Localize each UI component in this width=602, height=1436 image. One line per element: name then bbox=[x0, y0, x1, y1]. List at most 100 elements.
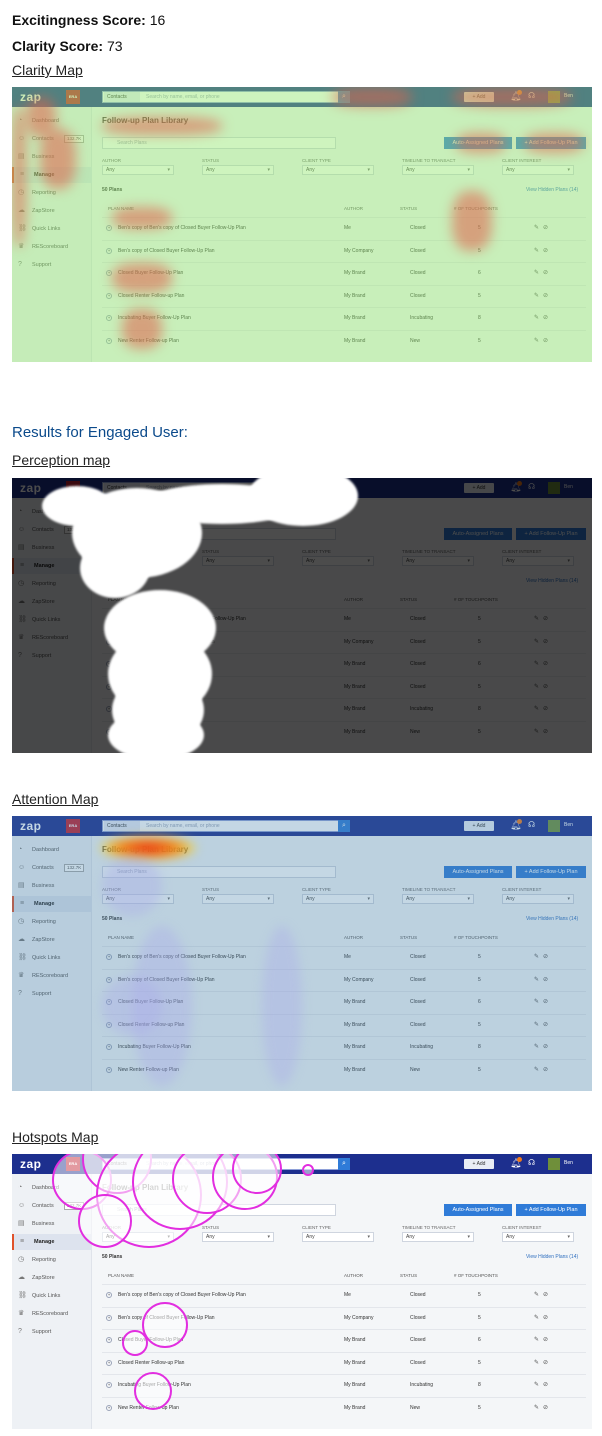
table-row[interactable]: + Incubating Buyer Follow-Up Plan My Brand… bbox=[102, 307, 586, 329]
search-scope-select[interactable]: Contacts bbox=[104, 483, 140, 493]
plan-name[interactable]: Ben's copy of Closed Buyer Follow-Up Pla… bbox=[118, 977, 215, 983]
table-row[interactable]: + Ben's copy of Closed Buyer Follow-Up Pl… bbox=[102, 1306, 586, 1329]
table-row[interactable]: + Ben's copy of Closed Buyer Follow-Up Pl… bbox=[102, 630, 586, 653]
expand-icon[interactable]: + bbox=[106, 225, 112, 231]
plan-name[interactable]: Closed Buyer Follow-Up Plan bbox=[118, 270, 183, 276]
add-button[interactable]: + Add bbox=[464, 1159, 494, 1169]
table-row[interactable]: + Ben's copy of Ben's copy of Closed Buye… bbox=[102, 1284, 586, 1306]
sidebar-item-zapstore[interactable]: ☁ ZapStore bbox=[12, 932, 92, 948]
attention-map-link[interactable]: Attention Map bbox=[12, 791, 98, 807]
edit-hide-icons[interactable]: ✎⊘ bbox=[534, 1021, 552, 1028]
table-row[interactable]: + New Renter Follow-up Plan My Brand New 5 ✎⊘ bbox=[102, 1396, 586, 1419]
edit-hide-icons[interactable]: ✎⊘ bbox=[534, 1314, 552, 1321]
table-row[interactable]: + Incubating Buyer Follow-Up Plan My Brand… bbox=[102, 698, 586, 720]
plan-name[interactable]: Incubating Buyer Follow-Up Plan bbox=[118, 1382, 191, 1388]
edit-hide-icons[interactable]: ✎⊘ bbox=[534, 1043, 552, 1050]
plan-name[interactable]: Closed Buyer Follow-Up Plan bbox=[118, 1337, 183, 1343]
view-hidden-plans-link[interactable]: View Hidden Plans (14) bbox=[526, 1254, 578, 1260]
sidebar-item-support[interactable]: ? Support bbox=[12, 1324, 92, 1340]
edit-hide-icons[interactable]: ✎⊘ bbox=[534, 292, 552, 299]
headset-icon[interactable]: ☊ bbox=[528, 482, 535, 491]
edit-hide-icons[interactable]: ✎⊘ bbox=[534, 615, 552, 622]
plan-name[interactable]: New Renter Follow-up Plan bbox=[118, 729, 179, 735]
sidebar-item-support[interactable]: ? Support bbox=[12, 257, 92, 273]
plan-name[interactable]: Closed Renter Follow-up Plan bbox=[118, 293, 184, 299]
expand-icon[interactable]: + bbox=[106, 1314, 112, 1321]
auto-assigned-plans-button[interactable]: Auto-Assigned Plans bbox=[444, 1204, 512, 1216]
sidebar-item-dashboard[interactable]: ◔ Dashboard bbox=[12, 842, 92, 858]
clarity-map-link[interactable]: Clarity Map bbox=[12, 62, 83, 78]
table-row[interactable]: + New Renter Follow-up Plan My Brand New 5 ✎⊘ bbox=[102, 329, 586, 352]
sidebar-item-manage[interactable]: ≡ Manage bbox=[12, 896, 92, 912]
edit-hide-icons[interactable]: ✎⊘ bbox=[534, 247, 552, 254]
filter-select-client-type[interactable]: Any bbox=[302, 165, 374, 175]
plan-name[interactable]: Closed Buyer Follow-Up Plan bbox=[118, 661, 183, 667]
headset-icon[interactable]: ☊ bbox=[528, 1158, 535, 1167]
table-row[interactable]: + Closed Renter Follow-up Plan My Brand Clo… bbox=[102, 284, 586, 307]
edit-hide-icons[interactable]: ✎⊘ bbox=[534, 953, 552, 960]
plan-name[interactable]: Ben's copy of Closed Buyer Follow-Up Pla… bbox=[118, 639, 215, 645]
plan-name[interactable]: Ben's copy of Closed Buyer Follow-Up Pla… bbox=[118, 248, 215, 254]
expand-icon[interactable]: + bbox=[106, 1292, 112, 1298]
sidebar-item-contacts[interactable]: ☺ Contacts 132.7K bbox=[12, 860, 92, 876]
edit-hide-icons[interactable]: ✎⊘ bbox=[534, 998, 552, 1005]
filter-select-client-interest[interactable]: Any bbox=[502, 894, 574, 904]
edit-hide-icons[interactable]: ✎⊘ bbox=[534, 224, 552, 231]
plan-name[interactable]: Ben's copy of Closed Buyer Follow-Up Pla… bbox=[118, 1315, 215, 1321]
plan-name[interactable]: Ben's copy of Ben's copy of Closed Buyer… bbox=[118, 225, 246, 231]
sidebar-item-zapstore[interactable]: ☁ ZapStore bbox=[12, 1270, 92, 1286]
plan-name[interactable]: Closed Renter Follow-up Plan bbox=[118, 1360, 184, 1366]
sidebar-item-quick-links[interactable]: ⛓ Quick Links bbox=[12, 612, 92, 628]
sidebar-item-zapstore[interactable]: ☁ ZapStore bbox=[12, 594, 92, 610]
plan-name[interactable]: Incubating Buyer Follow-Up Plan bbox=[118, 315, 191, 321]
expand-icon[interactable]: + bbox=[106, 999, 112, 1005]
avatar[interactable] bbox=[548, 820, 560, 832]
edit-hide-icons[interactable]: ✎⊘ bbox=[534, 269, 552, 276]
add-button[interactable]: + Add bbox=[464, 483, 494, 493]
filter-select-timeline-to-transact[interactable]: Any bbox=[402, 1232, 474, 1242]
edit-hide-icons[interactable]: ✎⊘ bbox=[534, 660, 552, 667]
headset-icon[interactable]: ☊ bbox=[528, 820, 535, 829]
expand-icon[interactable]: + bbox=[106, 292, 112, 299]
table-row[interactable]: + Incubating Buyer Follow-Up Plan My Brand… bbox=[102, 1374, 586, 1396]
sidebar-item-dashboard[interactable]: ◔ Dashboard bbox=[12, 113, 92, 129]
plan-name[interactable]: Ben's copy of Ben's copy of Closed Buyer… bbox=[118, 954, 246, 960]
expand-icon[interactable]: + bbox=[106, 247, 112, 254]
filter-select-author[interactable]: Any bbox=[102, 556, 174, 566]
view-hidden-plans-link[interactable]: View Hidden Plans (14) bbox=[526, 187, 578, 193]
edit-hide-icons[interactable]: ✎⊘ bbox=[534, 683, 552, 690]
search-icon[interactable]: ⌕ bbox=[338, 482, 350, 494]
search-plans-input[interactable]: Search Plans bbox=[102, 137, 336, 149]
filter-select-status[interactable]: Any bbox=[202, 1232, 274, 1242]
table-row[interactable]: + Closed Renter Follow-up Plan My Brand Clo… bbox=[102, 675, 586, 698]
sidebar-item-contacts[interactable]: ☺ Contacts 132.7K bbox=[12, 522, 92, 538]
table-row[interactable]: + Incubating Buyer Follow-Up Plan My Brand… bbox=[102, 1036, 586, 1058]
edit-hide-icons[interactable]: ✎⊘ bbox=[534, 1291, 552, 1298]
sidebar-item-business[interactable]: ▤ Business bbox=[12, 878, 92, 894]
sidebar-item-rescoreboard[interactable]: ♛ REScoreboard bbox=[12, 239, 92, 255]
expand-icon[interactable]: + bbox=[106, 1044, 112, 1050]
expand-icon[interactable]: + bbox=[106, 1021, 112, 1028]
avatar[interactable] bbox=[548, 91, 560, 103]
expand-icon[interactable]: + bbox=[106, 315, 112, 321]
table-row[interactable]: + Closed Buyer Follow-Up Plan My Brand Clos… bbox=[102, 991, 586, 1013]
filter-select-client-type[interactable]: Any bbox=[302, 556, 374, 566]
edit-hide-icons[interactable]: ✎⊘ bbox=[534, 314, 552, 321]
filter-select-client-interest[interactable]: Any bbox=[502, 556, 574, 566]
sidebar-item-manage[interactable]: ≡ Manage bbox=[12, 558, 92, 574]
sidebar-item-contacts[interactable]: ☺ Contacts 132.7K bbox=[12, 1198, 92, 1214]
expand-icon[interactable]: + bbox=[106, 1337, 112, 1343]
filter-select-author[interactable]: Any bbox=[102, 1232, 174, 1242]
user-name[interactable]: Ben bbox=[564, 93, 573, 99]
plan-name[interactable]: New Renter Follow-up Plan bbox=[118, 338, 179, 344]
edit-hide-icons[interactable]: ✎⊘ bbox=[534, 728, 552, 735]
sidebar-item-quick-links[interactable]: ⛓ Quick Links bbox=[12, 221, 92, 237]
table-row[interactable]: + Closed Renter Follow-up Plan My Brand Clo… bbox=[102, 1013, 586, 1036]
search-plans-input[interactable]: Search Plans bbox=[102, 866, 336, 878]
avatar[interactable] bbox=[548, 1158, 560, 1170]
search-icon[interactable]: ⌕ bbox=[338, 1158, 350, 1170]
sidebar-item-business[interactable]: ▤ Business bbox=[12, 1216, 92, 1232]
expand-icon[interactable]: + bbox=[106, 706, 112, 712]
add-follow-up-plan-button[interactable]: + Add Follow-Up Plan bbox=[516, 137, 586, 149]
edit-hide-icons[interactable]: ✎⊘ bbox=[534, 1066, 552, 1073]
